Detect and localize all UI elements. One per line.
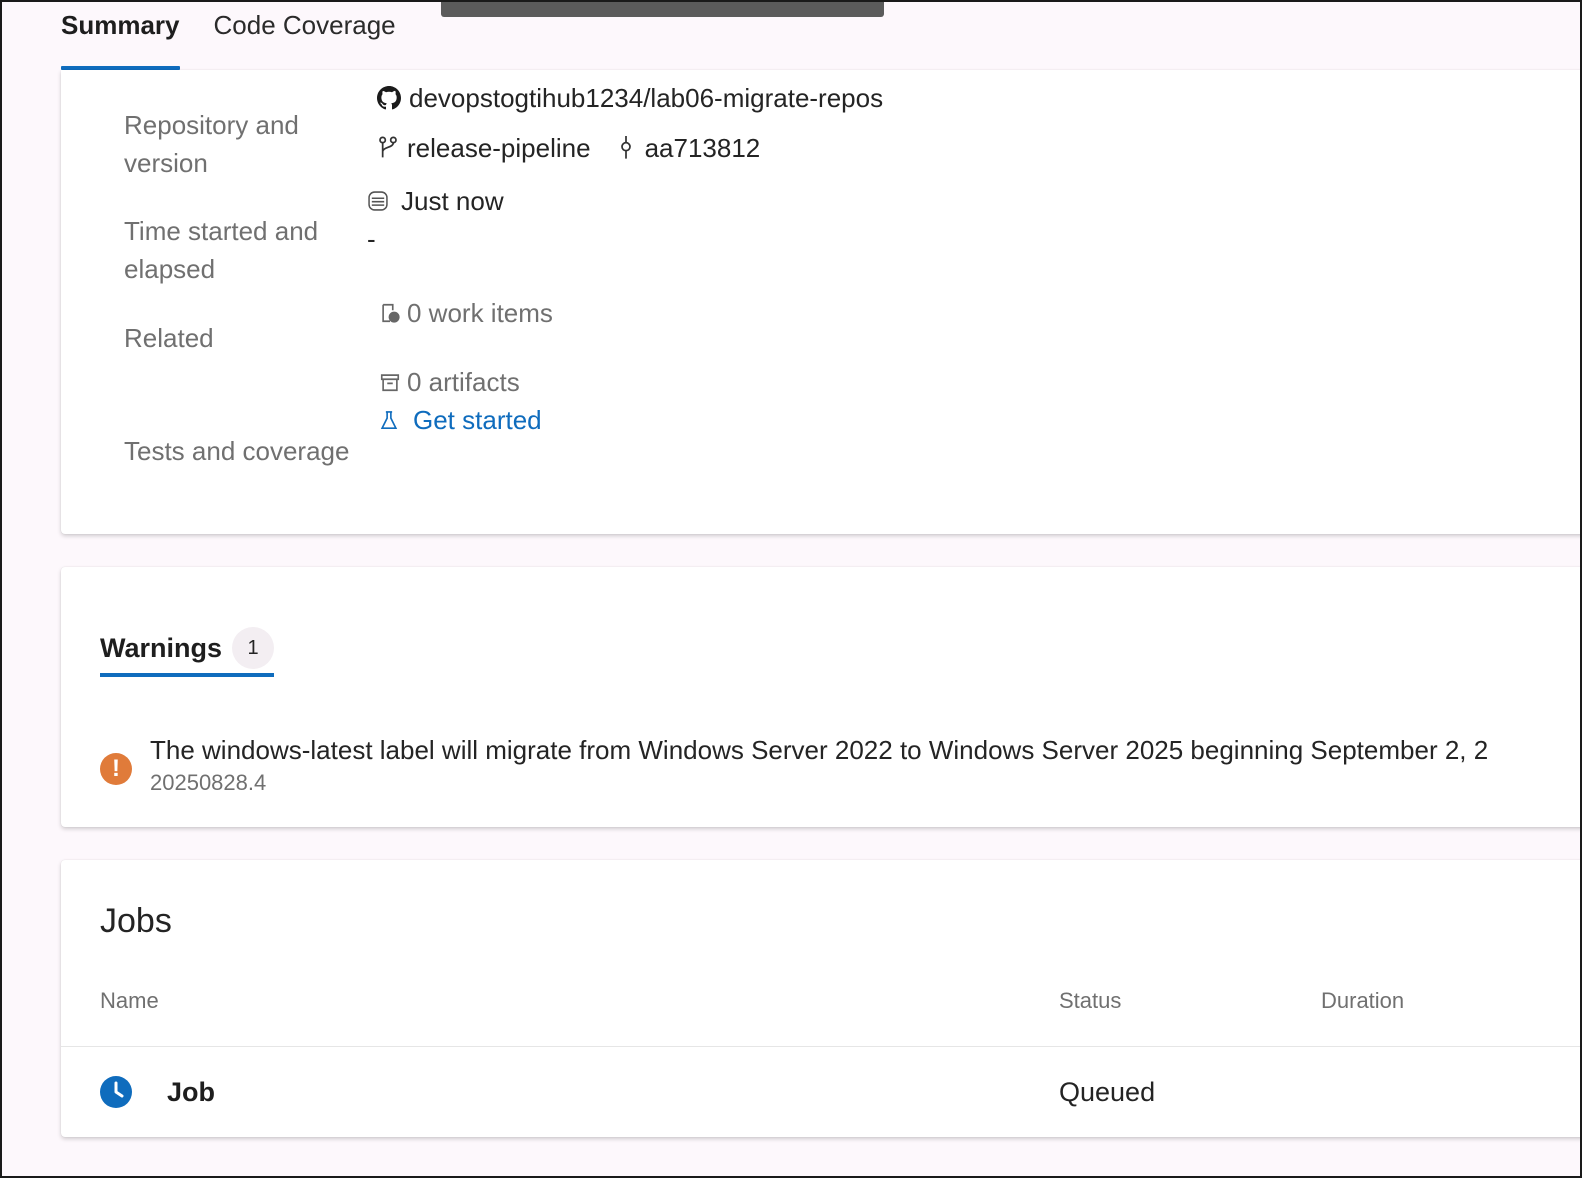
github-icon bbox=[377, 86, 401, 110]
warning-icon: ! bbox=[100, 753, 132, 785]
work-items-count: 0 work items bbox=[407, 298, 553, 328]
warning-item: ! The windows-latest label will migrate … bbox=[100, 732, 1488, 798]
warnings-card: Warnings 1 ! The windows-latest label wi… bbox=[61, 567, 1582, 827]
tests-get-started[interactable]: Get started bbox=[379, 403, 542, 437]
repository-link[interactable]: devopstogtihub1234/lab06-migrate-repos bbox=[377, 81, 883, 115]
beaker-icon bbox=[380, 411, 398, 429]
time-started: Just now bbox=[367, 184, 504, 218]
jobs-card: Jobs Name Status Duration Job Queued bbox=[61, 860, 1582, 1137]
get-started-link[interactable]: Get started bbox=[413, 403, 542, 437]
tests-label: Tests and coverage bbox=[124, 436, 350, 466]
work-item-icon bbox=[382, 303, 400, 323]
column-header-name: Name bbox=[100, 988, 159, 1013]
warning-message: The windows-latest label will migrate fr… bbox=[150, 735, 1489, 765]
branch-name[interactable]: release-pipeline bbox=[407, 131, 591, 165]
column-header-duration: Duration bbox=[1321, 988, 1405, 1013]
repository-name: devopstogtihub1234/lab06-migrate-repos bbox=[409, 83, 884, 113]
run-summary-card: Repository and version devopstogtihub123… bbox=[61, 70, 1582, 534]
warnings-tab-label: Warnings bbox=[100, 632, 223, 663]
artifacts-link[interactable]: 0 artifacts bbox=[379, 365, 520, 399]
commit-icon bbox=[620, 136, 631, 159]
job-status: Queued bbox=[1059, 1077, 1156, 1107]
tab-warnings[interactable]: Warnings 1 bbox=[100, 619, 275, 677]
time-started-value: Just now bbox=[401, 186, 504, 216]
warning-source: 20250828.4 bbox=[150, 770, 267, 795]
related-label: Related bbox=[124, 323, 214, 353]
page-tabs: Summary Code Coverage bbox=[61, 0, 430, 72]
branch-commit-row: release-pipeline aa713812 bbox=[377, 131, 760, 165]
artifacts-count: 0 artifacts bbox=[407, 367, 520, 397]
tab-summary[interactable]: Summary bbox=[61, 0, 180, 72]
job-name: Job bbox=[167, 1077, 216, 1107]
table-row[interactable]: Job Queued bbox=[61, 1047, 1582, 1137]
tab-code-coverage[interactable]: Code Coverage bbox=[214, 0, 396, 72]
repository-label: Repository and version bbox=[124, 110, 299, 178]
drag-handle[interactable] bbox=[441, 0, 884, 17]
calendar-icon bbox=[368, 191, 388, 211]
artifact-icon bbox=[380, 374, 400, 392]
warnings-count-badge: 1 bbox=[232, 627, 275, 669]
jobs-title: Jobs bbox=[100, 902, 172, 940]
time-elapsed-value: - bbox=[367, 224, 376, 254]
branch-icon bbox=[379, 136, 397, 158]
work-items-link[interactable]: 0 work items bbox=[379, 296, 553, 330]
time-label: Time started and elapsed bbox=[124, 216, 319, 284]
column-header-status: Status bbox=[1059, 988, 1122, 1013]
clock-icon bbox=[100, 1076, 132, 1108]
commit-id[interactable]: aa713812 bbox=[645, 131, 761, 165]
